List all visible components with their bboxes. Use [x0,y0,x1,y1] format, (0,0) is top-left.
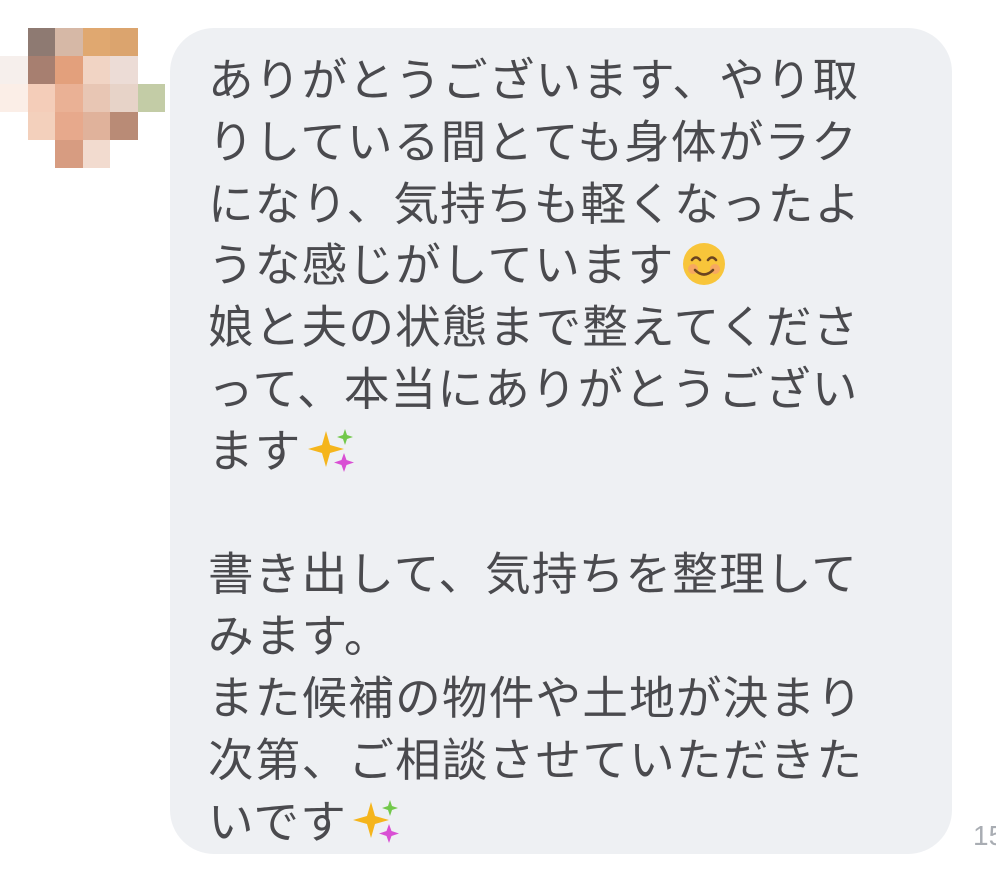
message-line: 娘と夫の状態まで整えてくださ [208,301,860,355]
smiling-face-emoji [682,243,725,286]
message-line: って、本当にありがとうござい [208,362,859,416]
message-line: 次第、ご相談させていただきた [208,733,864,787]
message-line: いです [208,795,348,849]
message-timestamp: 15 [973,820,996,851]
sender-avatar[interactable] [0,28,165,168]
message-line: うな感じがしています [208,239,675,293]
chat-screen: ありがとうございます、やり取 りしている間とても身体がラク になり、気持ちも軽く… [0,0,996,888]
message-text: ありがとうございます、やり取 りしている間とても身体がラク になり、気持ちも軽く… [208,50,898,853]
message-line: ます [208,424,302,478]
message-line: 書き出して、気持ちを整理して [208,548,859,602]
message-line: また候補の物件や土地が決まり [208,671,864,725]
message-line: りしている間とても身体がラク [208,115,859,169]
message-line: ありがとうございます、やり取 [208,54,860,107]
sparkles-emoji [353,799,400,843]
message-line: になり、気持ちも軽くなったよ [208,177,862,231]
sparkles-emoji [307,428,354,472]
message-line: みます。 [208,610,391,664]
